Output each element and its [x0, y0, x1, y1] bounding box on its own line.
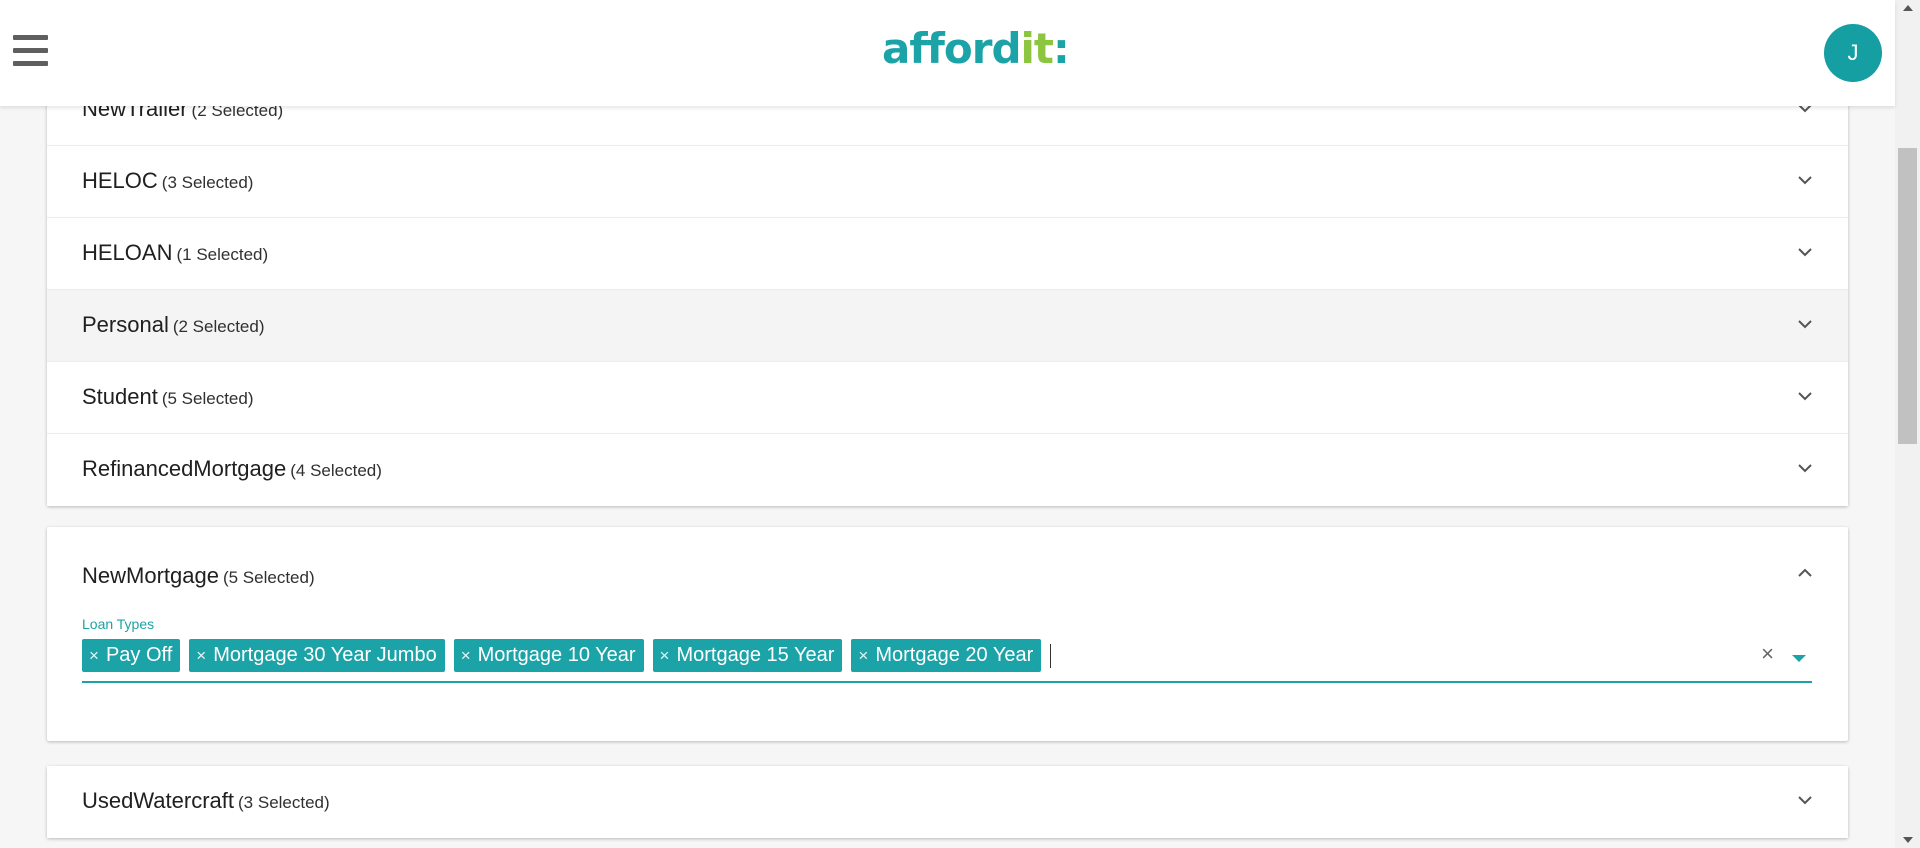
scroll-down-arrow-icon[interactable] [1903, 837, 1913, 843]
chevron-down-icon[interactable] [1798, 795, 1812, 809]
accordion-title: Personal (2 Selected) [82, 312, 265, 337]
loan-types-label: Loan Types [82, 616, 155, 632]
dropdown-arrow-icon[interactable] [1792, 655, 1806, 662]
accordion-heloc[interactable]: HELOC (3 Selected) [47, 146, 1848, 218]
loan-category-list-lower: UsedWatercraft (3 Selected) [47, 766, 1848, 838]
accordion-title: Student (5 Selected) [82, 384, 254, 409]
chip-mortgage-10-year: × Mortgage 10 Year [453, 639, 644, 672]
chip-mortgage-15-year: × Mortgage 15 Year [652, 639, 843, 672]
accordion-newmortgage-expanded: NewMortgage (5 Selected) Loan Types × Pay … [47, 527, 1848, 741]
accordion-title: RefinancedMortgage (4 Selected) [82, 456, 382, 481]
chevron-down-icon[interactable] [1798, 463, 1812, 477]
loan-types-multiselect[interactable]: × Pay Off × Mortgage 30 Year Jumbo × Mortga… [82, 639, 1812, 683]
clear-icon[interactable]: × [1761, 641, 1774, 667]
page-content: NewTrailer (2 Selected) HELOC (3 Selected)… [0, 0, 1895, 848]
chip-remove-icon[interactable]: × [89, 639, 99, 672]
accordion-heloan[interactable]: HELOAN (1 Selected) [47, 218, 1848, 290]
chip-pay-off: × Pay Off [82, 639, 181, 672]
chip-mortgage-20-year: × Mortgage 20 Year [851, 639, 1042, 672]
accordion-title: HELOAN (1 Selected) [82, 240, 269, 265]
accordion-refinancedmortgage[interactable]: RefinancedMortgage (4 Selected) [47, 434, 1848, 506]
accordion-usedwatercraft[interactable]: UsedWatercraft (3 Selected) [47, 766, 1848, 838]
chevron-down-icon[interactable] [1798, 391, 1812, 405]
affordit-logo[interactable]: affordit: [882, 24, 1070, 73]
accordion-title[interactable]: NewMortgage (5 Selected) [82, 563, 315, 589]
chip-list: × Pay Off × Mortgage 30 Year Jumbo × Mortga… [82, 639, 1052, 672]
accordion-title: UsedWatercraft (3 Selected) [82, 788, 330, 813]
chevron-down-icon[interactable] [1798, 319, 1812, 333]
accordion-personal[interactable]: Personal (2 Selected) [47, 290, 1848, 362]
chevron-up-icon[interactable] [1798, 565, 1812, 583]
loan-category-list: NewTrailer (2 Selected) HELOC (3 Selected)… [47, 74, 1848, 506]
chip-remove-icon[interactable]: × [858, 639, 868, 672]
chevron-down-icon[interactable] [1798, 175, 1812, 189]
accordion-student[interactable]: Student (5 Selected) [47, 362, 1848, 434]
chip-mortgage-30-year-jumbo: × Mortgage 30 Year Jumbo [189, 639, 445, 672]
user-avatar[interactable]: J [1824, 24, 1882, 82]
scroll-up-arrow-icon[interactable] [1903, 5, 1913, 11]
chip-remove-icon[interactable]: × [196, 639, 206, 672]
chevron-down-icon[interactable] [1798, 247, 1812, 261]
menu-icon[interactable] [13, 35, 48, 69]
chip-remove-icon[interactable]: × [660, 639, 670, 672]
vertical-scrollbar[interactable] [1895, 0, 1920, 848]
scroll-thumb[interactable] [1898, 148, 1917, 444]
top-app-bar: affordit: J [0, 0, 1895, 106]
text-cursor[interactable] [1050, 643, 1052, 668]
accordion-title: HELOC (3 Selected) [82, 168, 254, 193]
chip-remove-icon[interactable]: × [461, 639, 471, 672]
